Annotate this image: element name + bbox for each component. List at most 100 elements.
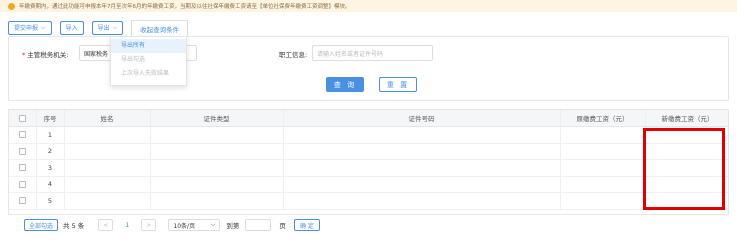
new-wage-cell[interactable] (645, 176, 728, 193)
notice-text: 年缴费期内，通过此功能可申报本年7月至次年6月的年缴费工资，当期及以往社保年缴费… (19, 4, 351, 10)
column-header: 新缴费工资（元） (645, 110, 728, 127)
seq-cell: 3 (36, 159, 65, 177)
goto-page-input[interactable] (245, 219, 272, 231)
pagination: 全部勾选 共 5 条 < 1 > 10条/页 ⌵ 到第 页 确 定 (8, 216, 729, 234)
export-dropdown-menu: 导出所有 导出勾选 上次导入失败结果 (110, 36, 187, 86)
old-wage-cell (560, 192, 646, 210)
page-suffix: 页 (279, 222, 286, 230)
name-cell (64, 192, 151, 210)
prev-page-button[interactable]: < (98, 219, 114, 231)
row-checkbox[interactable] (18, 131, 26, 139)
id-number-cell (283, 126, 561, 144)
chevron-down-icon: ⌵ (210, 221, 216, 228)
import-button-label: 导入 (65, 25, 78, 32)
confirm-button-label: 确 定 (299, 222, 314, 230)
name-cell (64, 176, 151, 193)
warning-circle-icon (8, 2, 15, 10)
collapse-query-tab-label: 收起查询条件 (140, 26, 180, 34)
new-wage-cell[interactable] (645, 159, 728, 177)
new-wage-cell[interactable] (645, 143, 728, 160)
query-button-label: 查 询 (333, 80, 357, 89)
new-wage-cell[interactable] (645, 192, 728, 210)
page-size-select[interactable]: 10条/页 ⌵ (168, 219, 221, 231)
query-button[interactable]: 查 询 (326, 77, 364, 92)
name-cell (64, 143, 151, 160)
goto-label: 到第 (226, 222, 240, 230)
old-wage-cell (560, 126, 646, 144)
chevron-down-icon: ⌵ (41, 23, 46, 31)
export-button-label: 导出 (97, 25, 110, 32)
row-checkbox[interactable] (18, 180, 26, 188)
id-number-cell (283, 159, 561, 177)
select-all-button[interactable]: 全部勾选 (24, 219, 58, 231)
row-checkbox[interactable] (18, 164, 26, 172)
row-checkbox[interactable] (18, 147, 26, 155)
export-checked-item[interactable]: 导出勾选 (111, 53, 186, 67)
declare-button[interactable]: 提交申报 ⌵ (8, 20, 52, 35)
tax-authority-label: * 主管税务机关: (22, 49, 68, 59)
column-header: 序号 (36, 110, 65, 127)
seq-cell: 5 (36, 192, 65, 210)
employee-info-placeholder: 请输入姓名或者证件号码 (317, 50, 384, 58)
tax-authority-value: 国家税务 (84, 50, 109, 58)
required-mark: * (22, 51, 26, 59)
column-header: 姓名 (64, 110, 151, 127)
export-button[interactable]: 导出 ⌵ (91, 20, 124, 35)
table-header-row: 序号 姓名 证件类型 证件号码 原缴费工资（元） 新缴费工资（元） (9, 110, 728, 127)
chevron-left-icon: < (103, 221, 109, 229)
new-wage-cell[interactable] (645, 126, 728, 144)
tax-authority-label-text: 主管税务机关: (27, 51, 69, 59)
column-header: 证件类型 (150, 110, 284, 127)
id-number-cell (283, 192, 561, 210)
chevron-right-icon: > (146, 221, 152, 229)
employee-info-label: 职工信息: (279, 49, 307, 59)
old-wage-cell (560, 159, 646, 177)
column-header: 证件号码 (283, 110, 561, 127)
reset-button[interactable]: 重 置 (379, 77, 417, 92)
old-wage-cell (560, 143, 646, 160)
header-checkbox-cell (9, 110, 37, 127)
id-number-cell (283, 176, 561, 193)
row-checkbox-cell (9, 143, 37, 160)
name-cell (64, 159, 151, 177)
page-size-value: 10条/页 (173, 222, 196, 230)
id-type-cell (150, 159, 284, 177)
import-button[interactable]: 导入 (59, 20, 84, 35)
total-count: 共 5 条 (63, 222, 85, 230)
table-row: 4 (9, 176, 728, 193)
row-checkbox-cell (9, 176, 37, 193)
row-checkbox-cell (9, 159, 37, 177)
seq-cell: 4 (36, 176, 65, 193)
toolbar: 提交申报 ⌵ 导入 导出 ⌵ 收起查询条件 (8, 18, 189, 37)
id-type-cell (150, 126, 284, 144)
employee-info-label-text: 职工信息: (279, 51, 308, 59)
select-all-button-label: 全部勾选 (28, 222, 53, 230)
export-last-import-failures-item[interactable]: 上次导入失败结果 (111, 67, 186, 81)
declare-button-label: 提交申报 (14, 25, 39, 32)
id-type-cell (150, 176, 284, 193)
notice-bar: 年缴费期内，通过此功能可申报本年7月至次年6月的年缴费工资，当期及以往社保年缴费… (0, 0, 737, 12)
table-row: 1 (9, 126, 728, 144)
select-all-checkbox[interactable] (18, 114, 26, 122)
next-page-button[interactable]: > (141, 219, 157, 231)
current-page[interactable]: 1 (125, 221, 129, 229)
row-checkbox-cell (9, 192, 37, 210)
id-number-cell (283, 143, 561, 160)
reset-button-label: 重 置 (386, 80, 410, 89)
id-type-cell (150, 143, 284, 160)
data-table: 序号 姓名 证件类型 证件号码 原缴费工资（元） 新缴费工资（元） 1 2 3 (8, 109, 729, 215)
seq-cell: 2 (36, 143, 65, 160)
table-row: 3 (9, 159, 728, 177)
id-type-cell (150, 192, 284, 210)
chevron-down-icon: ⌵ (112, 23, 118, 31)
export-all-item[interactable]: 导出所有 (111, 39, 186, 53)
employee-info-input[interactable]: 请输入姓名或者证件号码 (312, 45, 433, 61)
collapse-query-tab[interactable]: 收起查询条件 (131, 20, 189, 37)
column-header: 原缴费工资（元） (560, 110, 646, 127)
confirm-button[interactable]: 确 定 (293, 219, 320, 231)
row-checkbox-cell (9, 126, 37, 144)
row-checkbox[interactable] (18, 197, 26, 205)
seq-cell: 1 (36, 126, 65, 144)
table-row: 2 (9, 143, 728, 160)
table-row: 5 (9, 192, 728, 210)
